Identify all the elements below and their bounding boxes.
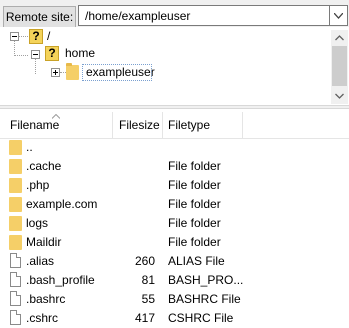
column-header-filesize[interactable]: Filesize <box>119 118 160 132</box>
file-row[interactable]: .bash_profile 81 BASH_PRO... <box>0 271 349 290</box>
scroll-down-button[interactable] <box>331 87 348 104</box>
tree-node-home[interactable]: home <box>65 45 95 61</box>
pane-splitter[interactable] <box>0 105 349 109</box>
folder-icon <box>9 197 22 212</box>
remote-path-input[interactable]: /home/exampleuser <box>78 5 330 26</box>
folder-icon <box>9 140 22 155</box>
scroll-thumb[interactable] <box>332 46 347 86</box>
file-type: File folder <box>168 235 221 249</box>
unknown-folder-icon: ? <box>45 46 59 61</box>
file-icon <box>10 253 21 268</box>
folder-icon <box>9 178 22 193</box>
file-size: 81 <box>141 273 155 287</box>
file-icon <box>10 310 21 325</box>
folder-icon <box>66 63 79 80</box>
file-name: .bashrc <box>26 292 66 306</box>
file-name: example.com <box>26 197 98 211</box>
folder-icon <box>9 235 22 250</box>
scroll-up-button[interactable] <box>331 30 348 47</box>
unknown-folder-icon: ? <box>29 29 43 44</box>
file-type: File folder <box>168 216 221 230</box>
tree-connector <box>18 36 28 37</box>
file-name: logs <box>26 216 49 230</box>
file-icon <box>10 272 21 287</box>
file-type: CSHRC File <box>168 311 234 325</box>
file-row[interactable]: logs File folder <box>0 214 349 233</box>
column-divider[interactable] <box>112 112 113 138</box>
file-row[interactable]: .php File folder <box>0 176 349 195</box>
file-name: .cache <box>26 159 62 173</box>
file-type: BASH_PRO... <box>168 273 244 287</box>
column-header-filename[interactable]: Filename <box>10 118 59 132</box>
file-name: .php <box>26 178 50 192</box>
sort-ascending-icon <box>52 114 60 119</box>
tree-connector <box>35 59 36 74</box>
file-row[interactable]: .. <box>0 138 349 157</box>
file-name: .bash_profile <box>26 273 95 287</box>
tree-scrollbar[interactable] <box>331 30 348 104</box>
remote-site-label: Remote site: <box>3 6 76 28</box>
file-type: File folder <box>168 197 221 211</box>
tree-connector <box>14 55 28 56</box>
chevron-down-icon <box>335 93 344 99</box>
tree-connector <box>14 41 15 56</box>
path-dropdown-button[interactable] <box>330 5 348 26</box>
expand-exampleuser-icon[interactable] <box>51 68 60 77</box>
file-row[interactable]: .alias 260 ALIAS File <box>0 252 349 271</box>
file-size: 260 <box>134 254 155 268</box>
file-row[interactable]: .cshrc 417 CSHRC File <box>0 309 349 328</box>
file-name: .cshrc <box>26 311 59 325</box>
chevron-up-icon <box>335 35 344 41</box>
file-row[interactable]: example.com File folder <box>0 195 349 214</box>
file-name: .. <box>26 140 33 154</box>
folder-icon <box>9 216 22 231</box>
file-name: Maildir <box>26 235 62 249</box>
tree-focus-outline <box>82 64 152 81</box>
file-icon <box>10 291 21 306</box>
column-divider[interactable] <box>242 112 243 138</box>
file-type: File folder <box>168 159 221 173</box>
column-header-filetype[interactable]: Filetype <box>168 118 210 132</box>
chevron-down-icon <box>334 13 343 19</box>
file-row[interactable]: .cache File folder <box>0 157 349 176</box>
collapse-root-icon[interactable] <box>10 32 19 41</box>
file-row[interactable]: Maildir File folder <box>0 233 349 252</box>
file-type: BASHRC File <box>168 292 241 306</box>
file-size: 417 <box>134 311 155 325</box>
file-type: ALIAS File <box>168 254 225 268</box>
tree-node-root[interactable]: / <box>47 28 50 44</box>
column-divider[interactable] <box>162 112 163 138</box>
file-row[interactable]: .bashrc 55 BASHRC File <box>0 290 349 309</box>
collapse-home-icon[interactable] <box>31 50 40 59</box>
file-type: File folder <box>168 178 221 192</box>
remote-directory-tree[interactable]: ? / ? home exampleuser <box>0 27 349 104</box>
file-size: 55 <box>141 292 155 306</box>
folder-icon <box>9 159 22 174</box>
file-name: .alias <box>26 254 55 268</box>
